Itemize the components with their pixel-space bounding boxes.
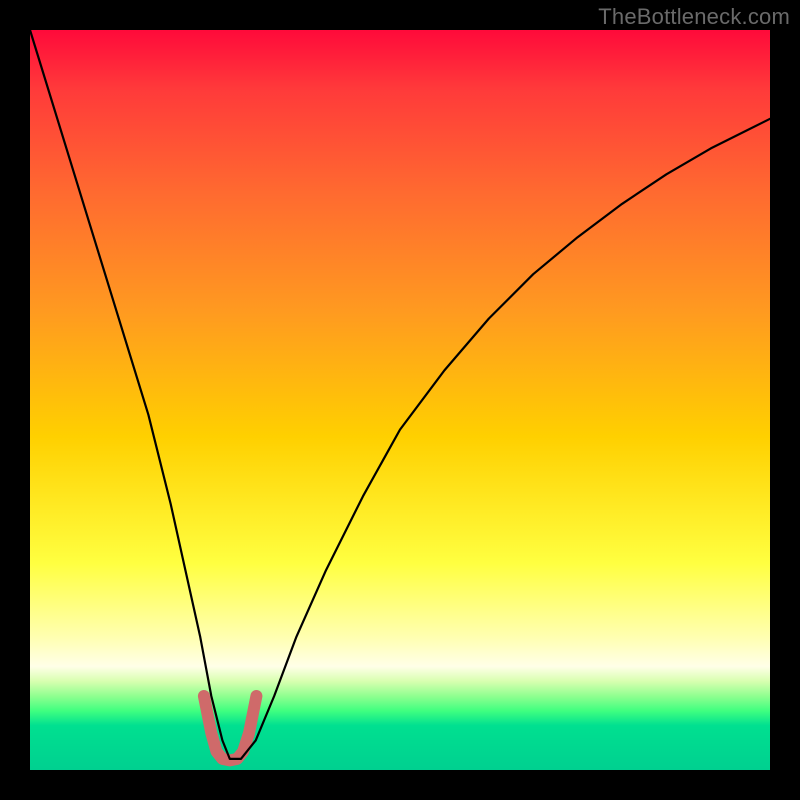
chart-svg: [30, 30, 770, 770]
watermark-text: TheBottleneck.com: [598, 4, 790, 30]
bottleneck-curve: [30, 30, 770, 759]
